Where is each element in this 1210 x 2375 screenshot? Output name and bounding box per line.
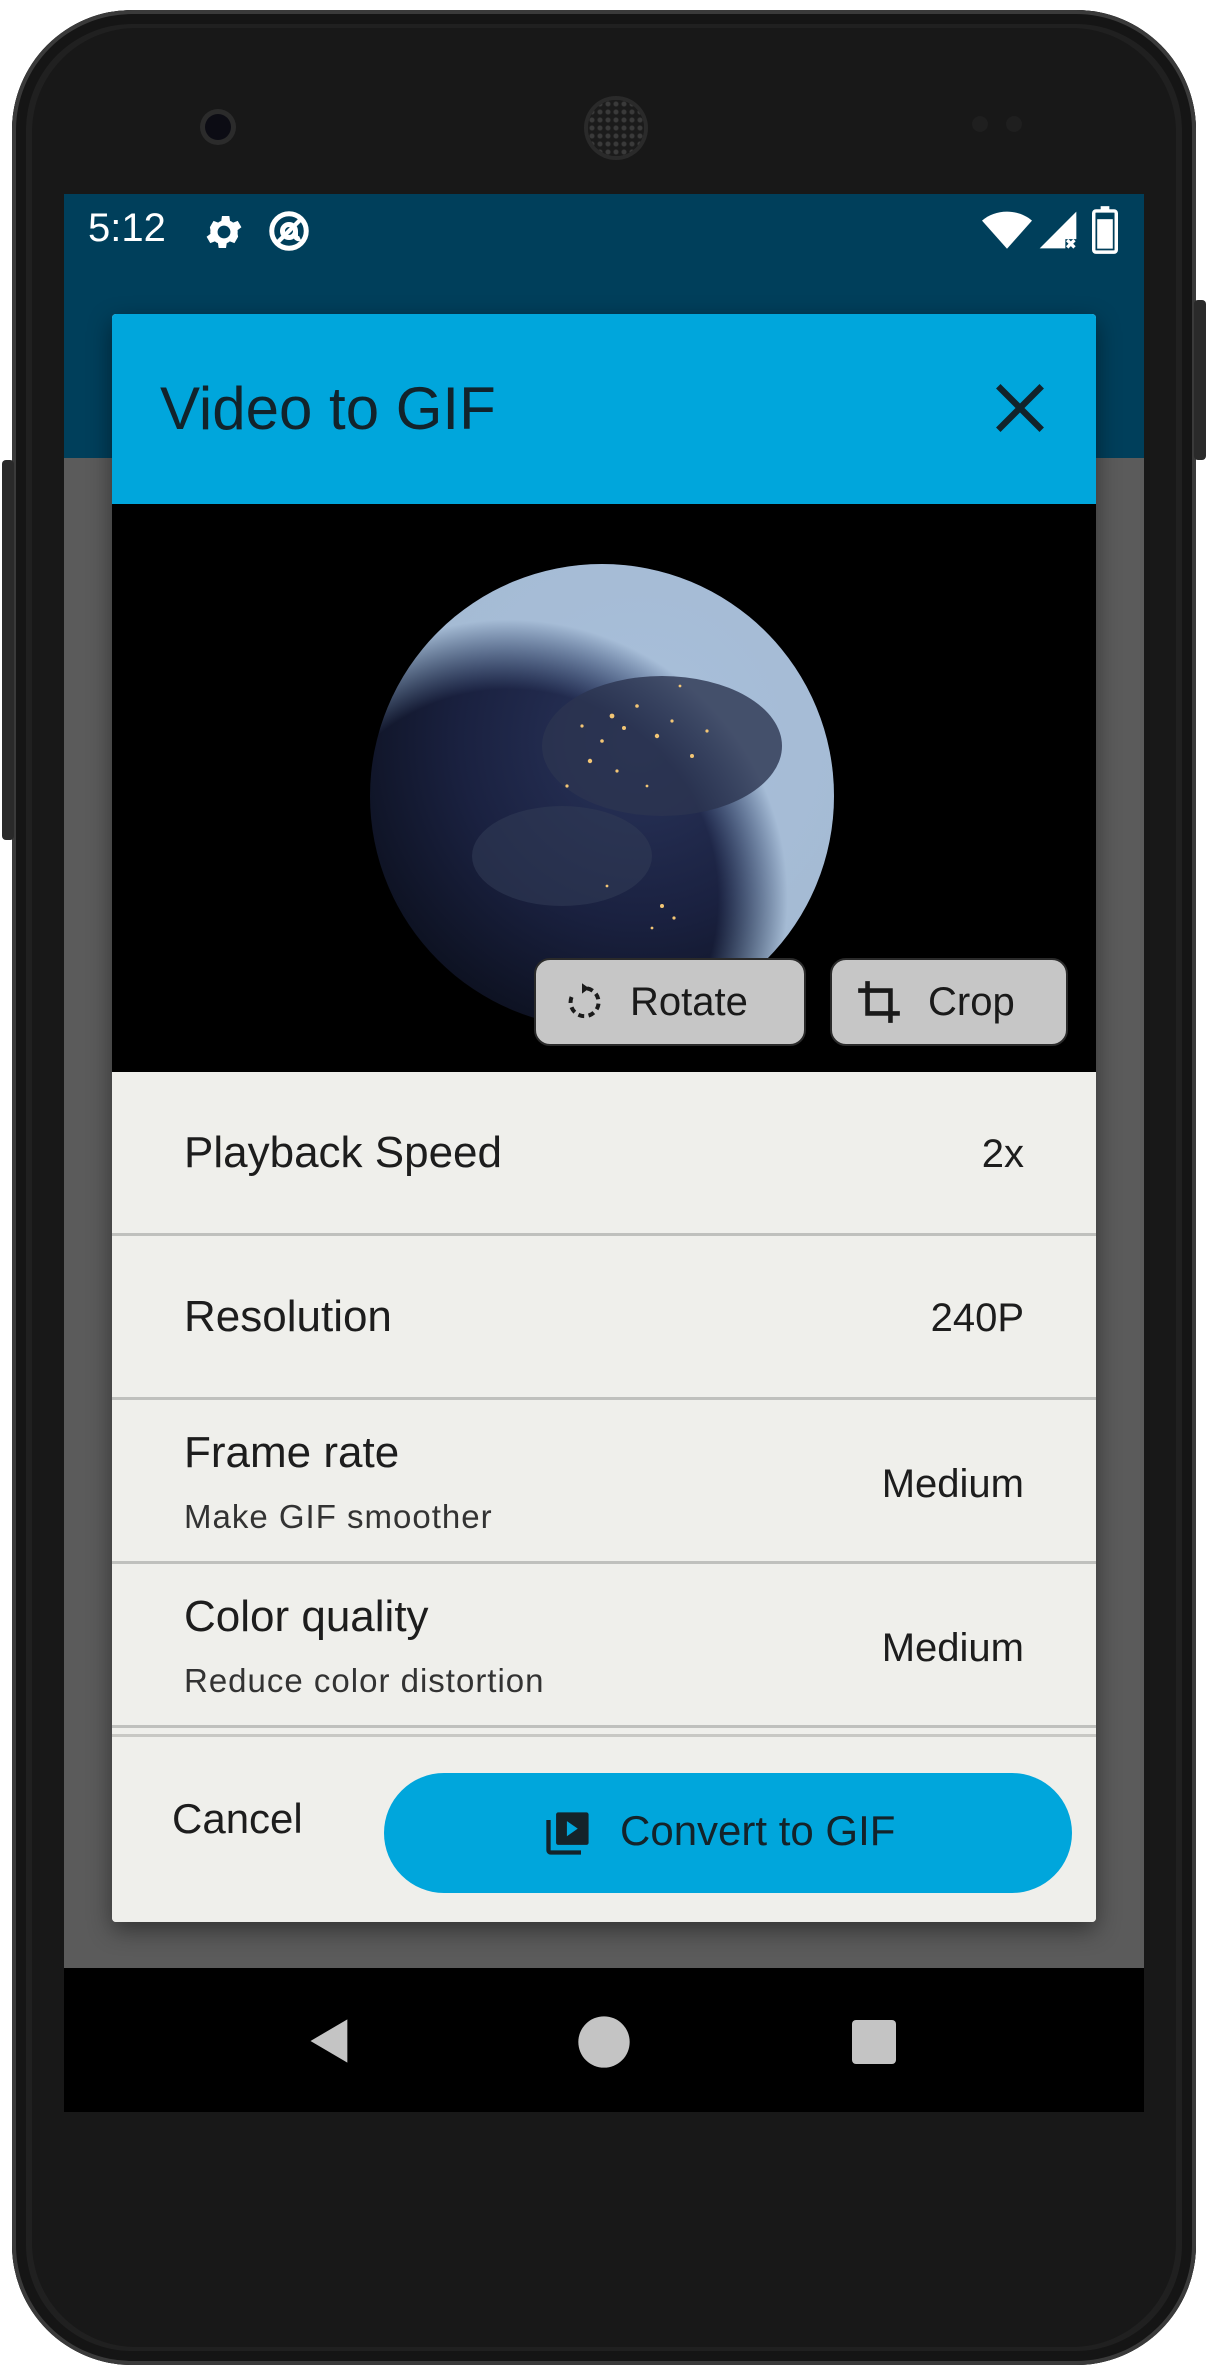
crop-label: Crop bbox=[928, 979, 1015, 1024]
signal-icon bbox=[1039, 211, 1077, 249]
frame-rate-row[interactable]: Frame rate Make GIF smoother Medium bbox=[112, 1400, 1096, 1564]
convert-to-gif-button[interactable]: Convert to GIF bbox=[384, 1773, 1072, 1893]
frame-rate-subtitle: Make GIF smoother bbox=[184, 1498, 493, 1535]
recents-icon[interactable] bbox=[850, 2018, 898, 2066]
settings-list: Playback Speed 2x Resolution 240P Frame … bbox=[112, 1072, 1096, 1728]
volume-button bbox=[2, 460, 14, 840]
color-quality-row[interactable]: Color quality Reduce color distortion Me… bbox=[112, 1564, 1096, 1728]
video-preview: Rotate Crop bbox=[112, 504, 1096, 1072]
home-icon[interactable] bbox=[576, 2014, 632, 2070]
playback-speed-title: Playback Speed bbox=[184, 1128, 502, 1177]
power-button bbox=[1194, 300, 1206, 460]
cancel-button[interactable]: Cancel bbox=[172, 1795, 303, 1843]
at-sign-icon bbox=[269, 211, 309, 251]
playback-speed-value: 2x bbox=[981, 1132, 1024, 1176]
status-time: 5:12 bbox=[88, 206, 166, 250]
rotate-icon bbox=[568, 983, 601, 1019]
playback-speed-row[interactable]: Playback Speed 2x bbox=[112, 1072, 1096, 1236]
resolution-row[interactable]: Resolution 240P bbox=[112, 1236, 1096, 1400]
frame-rate-value: Medium bbox=[881, 1462, 1024, 1506]
rotate-label: Rotate bbox=[630, 979, 748, 1024]
navigation-bar bbox=[64, 1968, 1144, 2112]
crop-button[interactable]: Crop bbox=[830, 958, 1068, 1046]
earpiece-speaker bbox=[588, 100, 644, 156]
crop-icon bbox=[858, 981, 900, 1023]
dialog-footer: Cancel Convert to GIF bbox=[112, 1734, 1096, 1922]
frame-rate-title: Frame rate bbox=[184, 1428, 400, 1477]
resolution-value: 240P bbox=[930, 1296, 1024, 1340]
convert-label: Convert to GIF bbox=[620, 1807, 896, 1854]
color-quality-subtitle: Reduce color distortion bbox=[184, 1662, 545, 1699]
video-to-gif-dialog: Video to GIF Rotate Crop Playback Speed … bbox=[112, 314, 1096, 1922]
settings-icon bbox=[206, 216, 242, 248]
wifi-icon bbox=[982, 211, 1032, 249]
screen: 5:12 Video to GIF Rotate Crop Playback S… bbox=[64, 194, 1144, 2112]
color-quality-title: Color quality bbox=[184, 1592, 429, 1641]
front-camera bbox=[205, 114, 231, 140]
color-quality-value: Medium bbox=[881, 1626, 1024, 1670]
back-icon[interactable] bbox=[304, 2014, 356, 2068]
close-icon[interactable] bbox=[984, 372, 1056, 444]
light-sensor bbox=[1006, 116, 1022, 132]
proximity-sensor bbox=[972, 116, 988, 132]
dialog-header: Video to GIF bbox=[112, 314, 1096, 504]
rotate-button[interactable]: Rotate bbox=[534, 958, 806, 1046]
battery-icon bbox=[1092, 206, 1118, 254]
video-library-icon bbox=[546, 1812, 589, 1855]
dialog-title: Video to GIF bbox=[160, 375, 496, 442]
resolution-title: Resolution bbox=[184, 1292, 392, 1341]
